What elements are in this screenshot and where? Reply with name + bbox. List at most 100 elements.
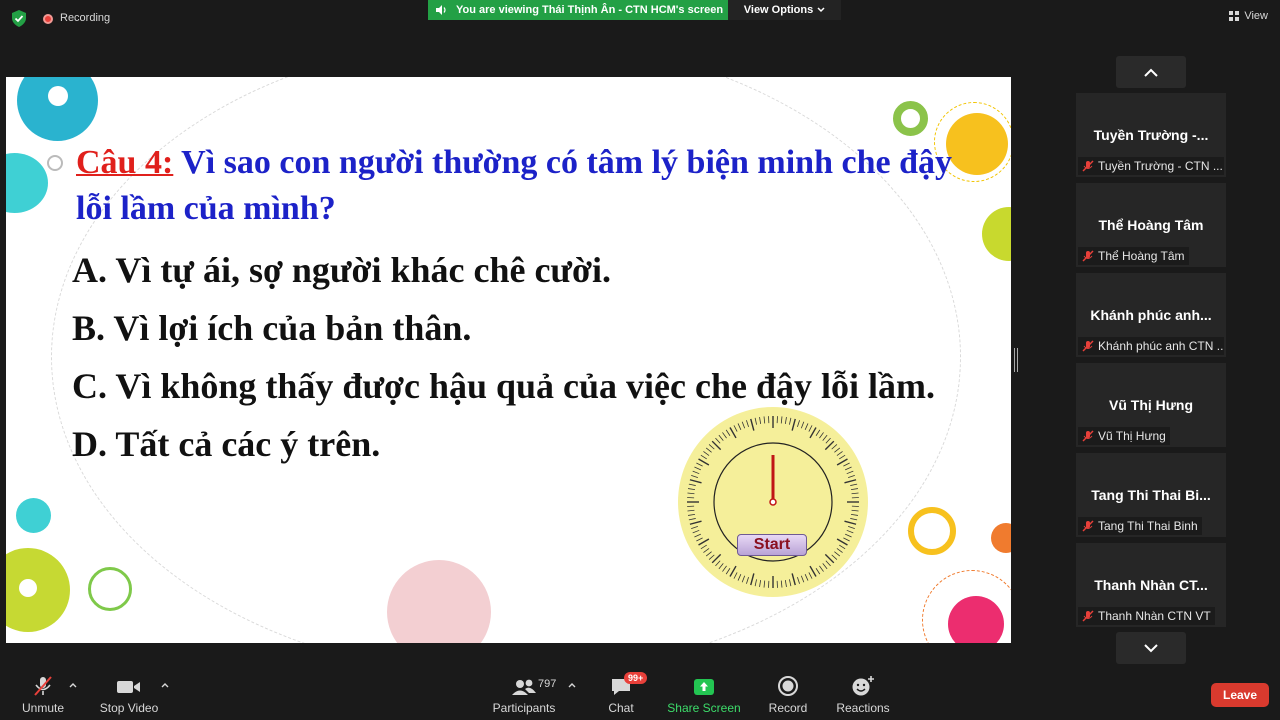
participants-count: 797 [538,678,557,690]
participant-label: Tuyền Trường - CTN ... [1098,159,1223,173]
timer-tick [718,434,724,441]
video-options-caret-icon[interactable] [161,681,169,689]
timer-tick [754,417,757,425]
timer-tick [725,429,731,436]
timer-tick [831,554,838,560]
scroll-up-button[interactable] [1116,56,1186,88]
record-button[interactable]: Record [768,674,808,715]
unmute-button[interactable]: Unmute [22,674,64,715]
timer-tick [725,568,731,575]
audio-options-caret-icon[interactable] [69,681,77,689]
timer-tick [846,529,854,534]
participant-tile[interactable]: Thanh Nhàn CT... Thanh Nhàn CTN VT [1076,543,1226,627]
timer-tick [836,548,843,553]
chevron-up-icon [1144,68,1158,77]
timer-tick [850,518,858,521]
timer-tick [715,560,721,567]
viewing-banner-text: You are viewing Thái Thịnh Ân - CTN HCM'… [456,4,724,16]
timer-tick [834,447,841,453]
decoration-circle [6,153,48,213]
recording-indicator-icon [43,14,53,24]
decoration-circle [922,570,1011,643]
view-options-label: View Options [743,4,814,16]
timer-tick [705,551,712,557]
participant-label: Tang Thi Thai Binh [1098,519,1198,533]
timer-tick [809,565,817,577]
timer-tick [848,526,855,529]
participant-tile[interactable]: Vũ Thị Hưng Vũ Thị Hưng [1076,363,1226,447]
leave-button[interactable]: Leave [1211,683,1269,707]
chevron-down-icon [817,7,825,13]
timer-tick [692,529,700,534]
timer-tick [715,437,721,444]
answer-option-b: B. Vì lợi ích của bản thân. [72,308,472,348]
stop-video-button[interactable]: Stop Video [100,674,158,715]
question-title: Câu 4: Vì sao con người thường có tâm lý… [76,140,956,232]
timer-tick [804,574,809,581]
share-screen-button[interactable]: Share Screen [667,674,741,715]
participant-label: Khánh phúc anh CTN ... [1098,339,1224,353]
timer-tick [845,466,852,471]
view-button[interactable]: View [1229,10,1268,22]
timer-tick [808,425,813,432]
timer-tick [809,427,817,439]
timer-tick [850,483,858,486]
timer-start-button[interactable]: Start [737,534,807,556]
decoration-circle [991,523,1011,553]
timer-tick [797,577,800,584]
participants-options-caret-icon[interactable] [568,681,576,689]
timer-tick [850,488,859,491]
timer-tick [691,526,698,529]
timer-tick [804,423,809,430]
timer-tick [851,492,859,495]
timer-tick [836,451,843,456]
muted-mic-icon [1082,160,1094,172]
timer-tick [831,444,838,450]
participant-display-name: Thể Hoàng Tâm [1098,217,1204,233]
timer-tick [687,509,695,512]
decoration-circle [16,498,51,533]
participant-tile[interactable]: Thể Hoàng Tâm Thể Hoàng Tâm [1076,183,1226,267]
muted-mic-icon [1082,610,1094,622]
participant-tile[interactable]: Tuyền Trường -... Tuyền Trường - CTN ... [1076,93,1226,177]
timer-tick [844,520,857,525]
timer-tick [688,518,696,521]
answer-option-a: A. Vì tự ái, sợ người khác chê cười. [72,250,611,290]
scroll-down-button[interactable] [1116,632,1186,664]
video-camera-icon [117,681,140,693]
decoration-circle [88,567,132,611]
shared-screen-slide: Câu 4: Vì sao con người thường có tâm lý… [6,77,1011,643]
reactions-smiley-icon [852,676,874,696]
view-label: View [1244,10,1268,22]
timer-tick [700,544,707,550]
reactions-button[interactable]: Reactions [836,674,890,715]
timer-tick [825,560,831,567]
decoration-circle [893,101,928,136]
timer-tick [746,577,749,584]
view-options-button[interactable]: View Options [728,0,841,20]
timer-tick [746,420,749,427]
chevron-down-icon [1144,643,1158,652]
question-text: Vì sao con người thường có tâm lý biện m… [76,144,952,227]
timer-tick [708,554,715,560]
timer-tick [789,579,792,587]
timer-tick [703,451,710,456]
participant-tile[interactable]: Khánh phúc anh... Khánh phúc anh CTN ... [1076,273,1226,357]
timer-tick [780,416,783,424]
timer-tick [733,572,738,579]
viewing-banner: You are viewing Thái Thịnh Ân - CTN HCM'… [428,0,728,20]
panel-resize-handle[interactable] [1014,348,1018,372]
decoration-circle [19,579,37,597]
answer-option-d: D. Tất cả các ý trên. [72,424,381,464]
timer-tick [692,470,700,475]
timer-tick [815,568,821,575]
timer-tick [759,579,762,588]
security-shield-icon[interactable] [11,10,27,27]
timer-tick [780,580,783,588]
timer-tick [754,579,757,587]
timer-tick [848,475,855,478]
muted-mic-icon [1082,250,1094,262]
participant-tile[interactable]: Tang Thi Thai Bi... Tang Thi Thai Binh [1076,453,1226,537]
timer-tick [784,416,787,425]
timer-tick [797,420,800,427]
